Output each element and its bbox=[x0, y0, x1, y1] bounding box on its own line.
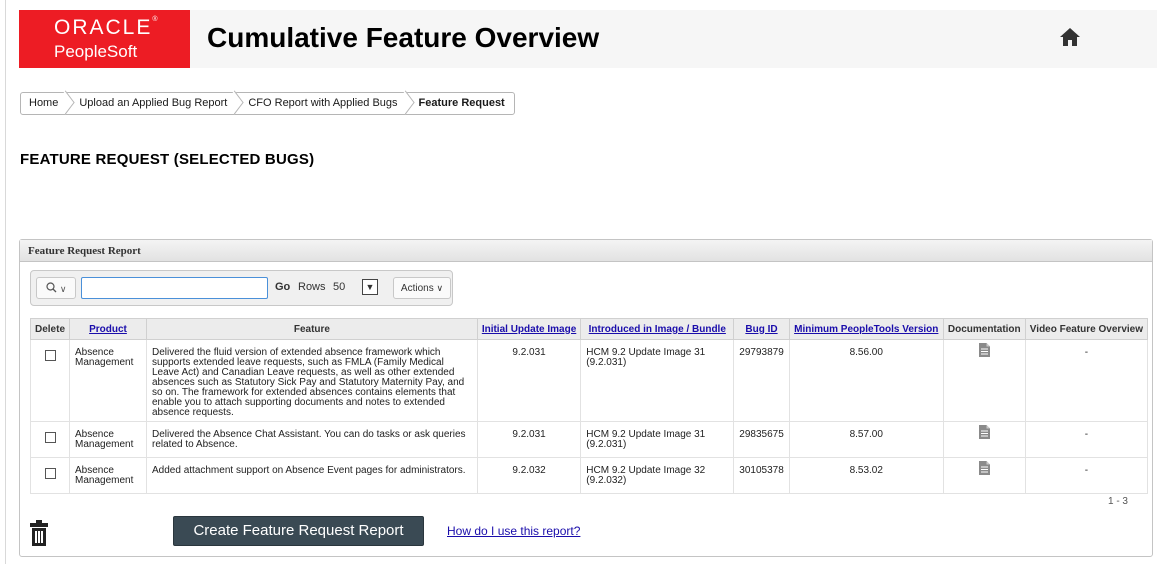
column-header-documentation: Documentation bbox=[942, 318, 1026, 340]
row-checkbox[interactable] bbox=[44, 350, 56, 361]
search-input[interactable] bbox=[81, 277, 268, 299]
rows-select[interactable]: 50 ▼ bbox=[328, 277, 386, 299]
delete-cell bbox=[29, 421, 71, 458]
actions-label: Actions bbox=[400, 283, 434, 294]
video-cell: - bbox=[1024, 339, 1149, 422]
bug-id-cell: 29835675 bbox=[733, 421, 790, 458]
pagination-info: 1 - 3 bbox=[1107, 496, 1128, 507]
rows-value: 50 bbox=[333, 281, 346, 293]
column-header-bug-id[interactable]: Bug ID bbox=[733, 318, 790, 340]
min-tools-cell: 8.57.00 bbox=[788, 421, 944, 458]
oracle-peoplesoft-logo: ORACLE® PeopleSoft bbox=[19, 10, 190, 68]
chevron-down-icon: ∨ bbox=[436, 283, 444, 293]
feature-request-report-region: Feature Request Report ∨ Go Rows 50 ▼ Ac… bbox=[19, 239, 1153, 557]
actions-menu-button[interactable]: Actions ∨ bbox=[393, 277, 451, 299]
report-toolbar: ∨ Go Rows 50 ▼ Actions ∨ bbox=[30, 270, 453, 306]
product-cell: Absence Management bbox=[69, 457, 147, 494]
breadcrumb-cfo-report[interactable]: CFO Report with Applied Bugs bbox=[236, 93, 406, 114]
chevron-down-icon[interactable]: ▼ bbox=[362, 279, 378, 295]
document-icon[interactable] bbox=[978, 461, 990, 475]
feature-cell: Delivered the Absence Chat Assistant. Yo… bbox=[146, 421, 478, 458]
introduced-cell: HCM 9.2 Update Image 32 (9.2.032) bbox=[580, 457, 735, 494]
brand-line1: ORACLE® bbox=[54, 16, 158, 39]
feature-report-table: Delete Product Feature Initial Update Im… bbox=[29, 318, 1149, 494]
feature-cell: Delivered the fluid version of extended … bbox=[146, 339, 478, 422]
column-header-product[interactable]: Product bbox=[69, 318, 147, 340]
introduced-cell: HCM 9.2 Update Image 31 (9.2.031) bbox=[580, 339, 735, 422]
home-icon[interactable] bbox=[1059, 27, 1081, 47]
min-tools-cell: 8.56.00 bbox=[788, 339, 944, 422]
document-icon[interactable] bbox=[978, 425, 990, 439]
chevron-down-icon: ∨ bbox=[59, 284, 67, 294]
documentation-cell bbox=[942, 339, 1026, 422]
initial-update-image-cell: 9.2.031 bbox=[476, 421, 582, 458]
delete-cell bbox=[29, 339, 71, 422]
table-row: Absence Management Delivered the Absence… bbox=[29, 421, 1149, 458]
search-icon bbox=[45, 282, 56, 293]
rows-label: Rows bbox=[298, 281, 326, 293]
breadcrumb-feature-request: Feature Request bbox=[418, 97, 505, 109]
initial-update-image-cell: 9.2.032 bbox=[476, 457, 582, 494]
product-cell: Absence Management bbox=[69, 339, 147, 422]
initial-update-image-cell: 9.2.031 bbox=[476, 339, 582, 422]
breadcrumb-home[interactable]: Home bbox=[21, 93, 67, 114]
video-cell: - bbox=[1024, 421, 1149, 458]
column-header-initial-update-image[interactable]: Initial Update Image bbox=[476, 318, 582, 340]
bug-id-cell: 29793879 bbox=[733, 339, 790, 422]
introduced-cell: HCM 9.2 Update Image 31 (9.2.031) bbox=[580, 421, 735, 458]
row-checkbox[interactable] bbox=[44, 432, 56, 443]
document-icon[interactable] bbox=[978, 343, 990, 357]
table-row: Absence Management Delivered the fluid v… bbox=[29, 339, 1149, 422]
page-heading: FEATURE REQUEST (SELECTED BUGS) bbox=[20, 151, 315, 168]
breadcrumb-upload-bug-report[interactable]: Upload an Applied Bug Report bbox=[67, 93, 236, 114]
help-link[interactable]: How do I use this report? bbox=[447, 524, 580, 538]
brand-line2: PeopleSoft bbox=[54, 42, 138, 61]
documentation-cell bbox=[942, 421, 1026, 458]
column-header-video-feature-overview: Video Feature Overview bbox=[1024, 318, 1149, 340]
bug-id-cell: 30105378 bbox=[733, 457, 790, 494]
documentation-cell bbox=[942, 457, 1026, 494]
column-header-introduced[interactable]: Introduced in Image / Bundle bbox=[580, 318, 735, 340]
min-tools-cell: 8.53.02 bbox=[788, 457, 944, 494]
table-row: Absence Management Added attachment supp… bbox=[29, 457, 1149, 494]
trash-icon[interactable] bbox=[30, 520, 48, 546]
row-checkbox[interactable] bbox=[44, 468, 56, 479]
video-cell: - bbox=[1024, 457, 1149, 494]
feature-cell: Added attachment support on Absence Even… bbox=[146, 457, 478, 494]
search-column-button[interactable]: ∨ bbox=[36, 277, 76, 299]
breadcrumb: Home Upload an Applied Bug Report CFO Re… bbox=[20, 92, 515, 115]
region-title: Feature Request Report bbox=[20, 240, 1152, 262]
create-feature-request-report-button[interactable]: Create Feature Request Report bbox=[173, 516, 424, 546]
go-button[interactable]: Go bbox=[275, 281, 290, 293]
column-header-delete: Delete bbox=[29, 318, 71, 340]
delete-cell bbox=[29, 457, 71, 494]
product-cell: Absence Management bbox=[69, 421, 147, 458]
app-title: Cumulative Feature Overview bbox=[207, 22, 600, 53]
column-header-feature: Feature bbox=[146, 318, 478, 340]
column-header-min-peopletools[interactable]: Minimum PeopleTools Version bbox=[788, 318, 944, 340]
